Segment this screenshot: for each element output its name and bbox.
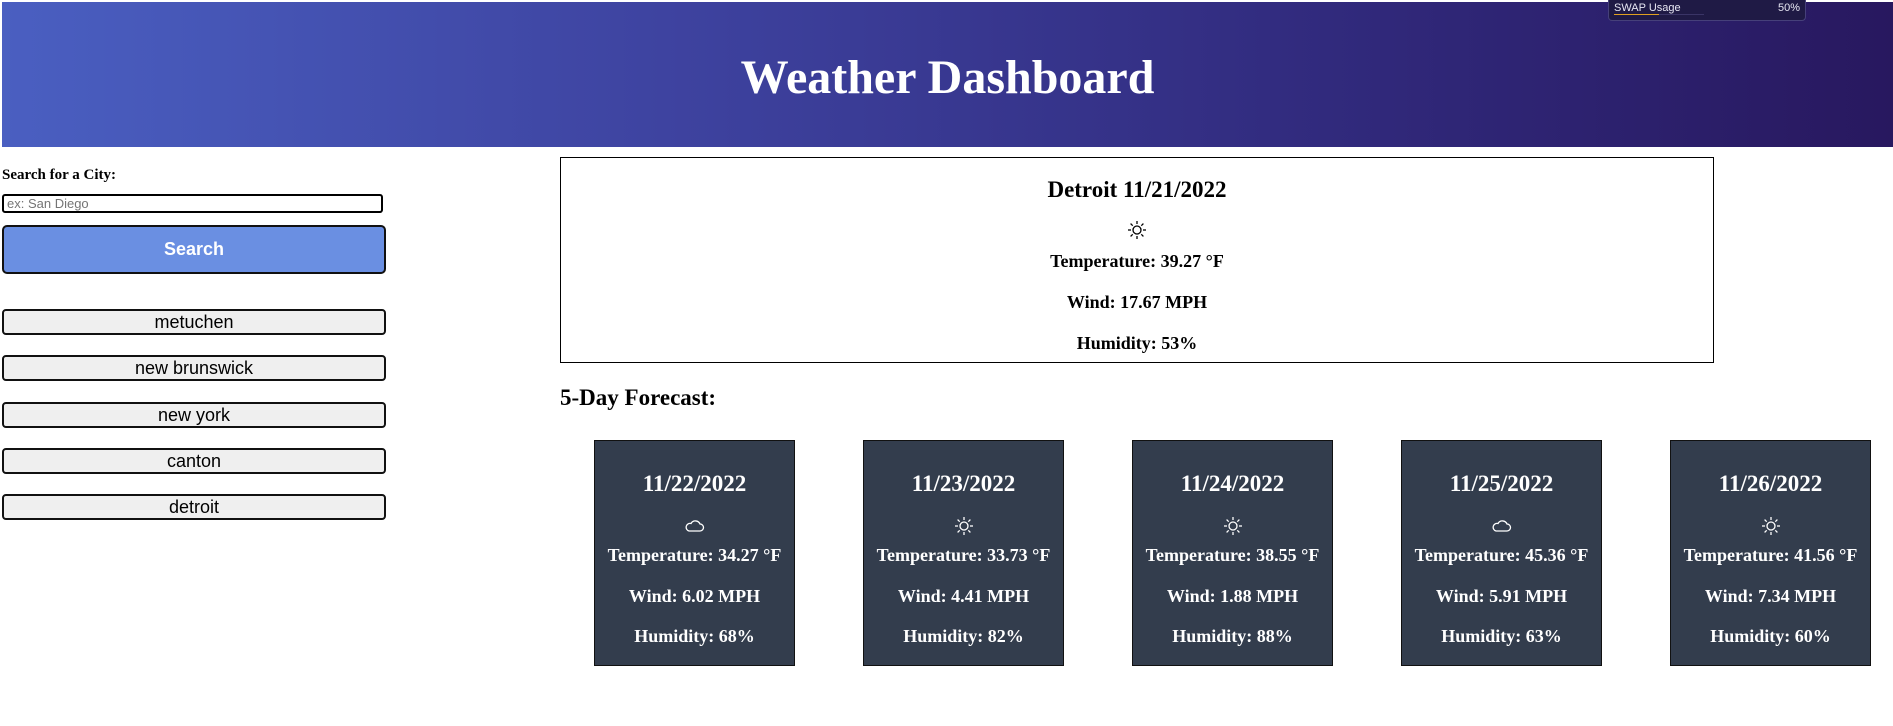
forecast-title: 5-Day Forecast: (560, 385, 717, 410)
forecast-weather-icon (595, 516, 794, 536)
forecast-weather-icon (864, 516, 1063, 536)
forecast-wind: Wind: 5.91 MPH (1435, 586, 1568, 606)
forecast-humidity: Humidity: 88% (1172, 626, 1293, 646)
swap-usage-label: SWAP Usage (1614, 2, 1681, 14)
forecast-date: 11/25/2022 (1449, 471, 1554, 496)
forecast-date: 11/24/2022 (1180, 471, 1285, 496)
sun-icon (954, 517, 973, 535)
current-wind: Wind: 17.67 MPH (1066, 292, 1208, 312)
history-button-new-brunswick[interactable]: new brunswick (2, 355, 386, 381)
search-label: Search for a City: (2, 167, 117, 183)
current-weather-icon (561, 220, 1713, 240)
history-button-detroit[interactable]: detroit (2, 494, 386, 520)
forecast-weather-icon (1133, 516, 1332, 536)
swap-usage-value: 50% (1777, 2, 1800, 14)
forecast-wind: Wind: 4.41 MPH (897, 586, 1030, 606)
forecast-card: 11/23/2022 Temperature: 33.73 °F Wind: 4… (863, 440, 1064, 666)
swap-usage-bar (1614, 14, 1704, 15)
forecast-humidity: Humidity: 82% (903, 626, 1024, 646)
forecast-humidity: Humidity: 63% (1441, 626, 1562, 646)
forecast-temperature: Temperature: 38.55 °F (1145, 545, 1320, 565)
forecast-temperature: Temperature: 34.27 °F (607, 545, 782, 565)
forecast-card: 11/25/2022 Temperature: 45.36 °F Wind: 5… (1401, 440, 1602, 666)
forecast-wind: Wind: 1.88 MPH (1166, 586, 1299, 606)
forecast-date: 11/26/2022 (1718, 471, 1823, 496)
forecast-date: 11/22/2022 (642, 471, 747, 496)
search-button[interactable]: Search (2, 225, 386, 274)
swap-usage-fill (1614, 14, 1659, 15)
forecast-weather-icon (1671, 516, 1870, 536)
forecast-temperature: Temperature: 45.36 °F (1414, 545, 1589, 565)
history-button-new-york[interactable]: new york (2, 402, 386, 428)
forecast-weather-icon (1402, 516, 1601, 536)
forecast-card: 11/22/2022 Temperature: 34.27 °F Wind: 6… (594, 440, 795, 666)
forecast-temperature: Temperature: 33.73 °F (876, 545, 1051, 565)
forecast-card: 11/26/2022 Temperature: 41.56 °F Wind: 7… (1670, 440, 1871, 666)
history-button-canton[interactable]: canton (2, 448, 386, 474)
current-humidity: Humidity: 53% (1076, 333, 1198, 353)
sun-icon (1761, 517, 1780, 535)
swap-usage-widget: SWAP Usage 50% (1608, 0, 1806, 21)
forecast-wind: Wind: 6.02 MPH (628, 586, 761, 606)
current-weather-panel: Detroit 11/21/2022 Temperature: 39.27 °F… (560, 157, 1714, 363)
sun-icon (1128, 221, 1146, 239)
cloud-icon (1492, 520, 1511, 532)
forecast-temperature: Temperature: 41.56 °F (1683, 545, 1858, 565)
current-temperature: Temperature: 39.27 °F (1050, 251, 1224, 271)
forecast-wind: Wind: 7.34 MPH (1704, 586, 1837, 606)
history-button-metuchen[interactable]: metuchen (2, 309, 386, 335)
page-header: Weather Dashboard (2, 2, 1893, 147)
forecast-humidity: Humidity: 60% (1710, 626, 1831, 646)
forecast-humidity: Humidity: 68% (634, 626, 755, 646)
current-city-heading: Detroit 11/21/2022 (1047, 177, 1227, 202)
cloud-icon (685, 520, 704, 532)
forecast-date: 11/23/2022 (911, 471, 1016, 496)
sun-icon (1223, 517, 1242, 535)
forecast-card: 11/24/2022 Temperature: 38.55 °F Wind: 1… (1132, 440, 1333, 666)
page-title: Weather Dashboard (740, 51, 1155, 104)
city-search-input[interactable] (2, 194, 383, 213)
